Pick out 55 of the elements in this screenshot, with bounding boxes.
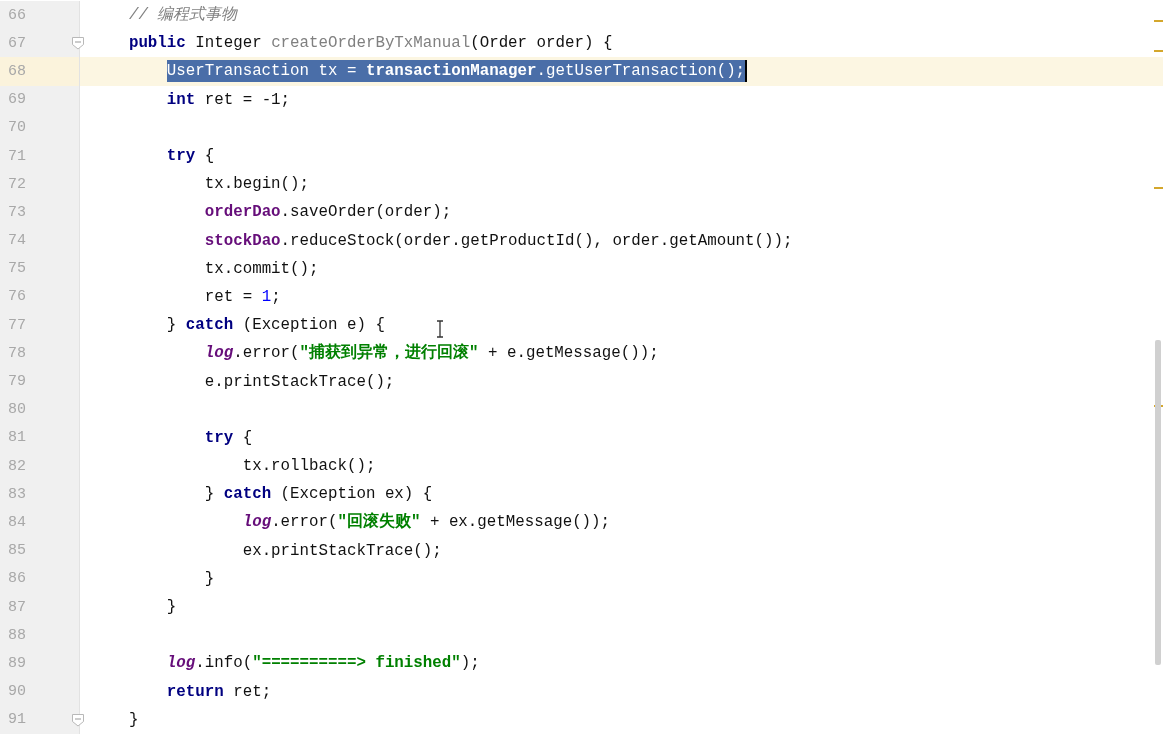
- code-line: stockDao.reduceStock(order.getProductId(), order.getAmount());: [204, 230, 793, 252]
- error-stripe-mark: [1154, 50, 1163, 52]
- code-line: return ret;: [166, 681, 272, 703]
- line-number: 67: [8, 34, 26, 52]
- line-number: 78: [8, 344, 26, 362]
- line-number: 69: [8, 91, 26, 109]
- code-line: ret = 1;: [204, 286, 281, 308]
- line-number: 87: [8, 598, 26, 616]
- line-number: 72: [8, 175, 26, 193]
- code-line: tx.commit();: [204, 258, 319, 280]
- code-line: tx.rollback();: [242, 456, 376, 478]
- line-number: 82: [8, 457, 26, 475]
- fold-icon[interactable]: [71, 36, 85, 51]
- line-number: 88: [8, 626, 26, 644]
- line-number: 66: [8, 6, 26, 24]
- error-stripe-mark: [1154, 20, 1163, 22]
- line-number: 73: [8, 203, 26, 221]
- text-cursor-icon: [436, 320, 444, 338]
- code-line: }: [166, 597, 177, 619]
- code-line: } catch (Exception e) {: [166, 315, 385, 337]
- scrollbar-thumb[interactable]: [1155, 340, 1161, 665]
- code-line: public Integer createOrderByTxManual(Order order) {: [128, 33, 613, 55]
- line-number: 79: [8, 373, 26, 391]
- code-line: tx.begin();: [204, 174, 310, 196]
- code-line: ex.printStackTrace();: [242, 540, 442, 562]
- line-number: 83: [8, 485, 26, 503]
- line-number: 77: [8, 316, 26, 334]
- code-line: try {: [166, 146, 215, 168]
- code-line: e.printStackTrace();: [204, 371, 395, 393]
- fold-icon[interactable]: [71, 712, 85, 727]
- line-number: 80: [8, 401, 26, 419]
- code-line: orderDao.saveOrder(order);: [204, 202, 452, 224]
- line-number: 75: [8, 260, 26, 278]
- line-number: 68: [8, 62, 26, 80]
- code-line: log.error("捕获到异常，进行回滚" + e.getMessage());: [204, 342, 659, 365]
- code-line: }: [128, 709, 139, 731]
- code-line: log.info("==========> finished");: [166, 653, 480, 675]
- line-number: 71: [8, 147, 26, 165]
- line-number: 91: [8, 711, 26, 729]
- code-line: // 编程式事物: [128, 5, 238, 27]
- code-line: log.error("回滚失败" + ex.getMessage());: [242, 511, 611, 534]
- code-line: int ret = -1;: [166, 89, 291, 111]
- line-number: 89: [8, 654, 26, 672]
- line-number: 84: [8, 513, 26, 531]
- line-number: 90: [8, 683, 26, 701]
- code-line: try {: [204, 427, 253, 449]
- line-number: 85: [8, 542, 26, 560]
- line-number: 86: [8, 570, 26, 588]
- line-number: 70: [8, 119, 26, 137]
- line-number: 74: [8, 232, 26, 250]
- line-number: 76: [8, 288, 26, 306]
- error-stripe-mark: [1154, 187, 1163, 189]
- line-number: 81: [8, 429, 26, 447]
- code-line: }: [204, 568, 215, 590]
- code-line: } catch (Exception ex) {: [204, 484, 433, 506]
